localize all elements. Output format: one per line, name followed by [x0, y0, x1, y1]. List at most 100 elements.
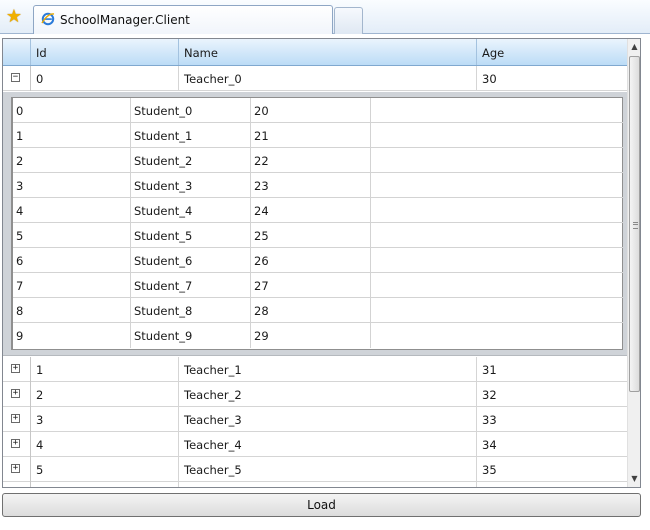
student-row[interactable]: 0 Student_0 20 — [13, 98, 623, 123]
tab-bar: ★ SchoolManager.Client — [0, 0, 650, 34]
student-row[interactable]: 7 Student_7 27 — [13, 273, 623, 298]
cell-filler — [371, 148, 623, 173]
student-row[interactable]: 5 Student_5 25 — [13, 223, 623, 248]
row-indicator — [3, 482, 31, 487]
cell-age — [477, 482, 627, 487]
cell-student-age: 24 — [251, 198, 371, 223]
cell-student-name: Student_7 — [131, 273, 251, 298]
student-row[interactable]: 2 Student_2 22 — [13, 148, 623, 173]
scroll-down-icon[interactable]: ▼ — [628, 471, 640, 487]
expand-icon[interactable]: + — [11, 389, 20, 398]
row-indicator: + — [3, 407, 31, 432]
cell-student-name: Student_6 — [131, 248, 251, 273]
cell-id: 1 — [31, 357, 179, 382]
tab-label: SchoolManager.Client — [60, 13, 190, 27]
row-indicator: − — [3, 66, 31, 91]
expand-icon[interactable]: + — [11, 439, 20, 448]
cell-id: 4 — [31, 432, 179, 457]
cell-filler — [371, 98, 623, 123]
table-row[interactable]: − 0 Teacher_0 30 — [3, 66, 627, 91]
row-indicator: + — [3, 457, 31, 482]
cell-id: 5 — [31, 457, 179, 482]
cell-name: Teacher_3 — [179, 407, 477, 432]
cell-student-age: 22 — [251, 148, 371, 173]
cell-student-age: 23 — [251, 173, 371, 198]
column-header-age[interactable]: Age — [477, 39, 627, 65]
cell-student-name: Student_3 — [131, 173, 251, 198]
cell-student-id: 8 — [13, 298, 131, 323]
row-indicator: + — [3, 432, 31, 457]
cell-student-age: 27 — [251, 273, 371, 298]
cell-student-id: 5 — [13, 223, 131, 248]
grid-header: Id Name Age — [3, 39, 627, 66]
cell-student-id: 2 — [13, 148, 131, 173]
students-grid: 0 Student_0 20 1 Student_1 21 2 Student_2 22 3 Stu… — [11, 97, 623, 350]
cell-name: Teacher_1 — [179, 357, 477, 382]
cell-filler — [371, 248, 623, 273]
cell-student-id: 6 — [13, 248, 131, 273]
table-row[interactable] — [3, 482, 627, 487]
table-row[interactable]: +3 Teacher_3 33 — [3, 407, 627, 432]
cell-student-id: 3 — [13, 173, 131, 198]
cell-student-id: 7 — [13, 273, 131, 298]
cell-filler — [371, 323, 623, 348]
cell-student-id: 1 — [13, 123, 131, 148]
cell-student-age: 20 — [251, 98, 371, 123]
star-icon[interactable]: ★ — [4, 8, 24, 28]
cell-age: 34 — [482, 438, 497, 452]
grip-icon — [633, 222, 638, 229]
cell-student-id: 4 — [13, 198, 131, 223]
student-row[interactable]: 3 Student_3 23 — [13, 173, 623, 198]
cell-student-age: 26 — [251, 248, 371, 273]
cell-age: 33 — [482, 413, 497, 427]
student-row[interactable]: 8 Student_8 28 — [13, 298, 623, 323]
cell-student-age: 29 — [251, 323, 371, 348]
cell-student-name: Student_5 — [131, 223, 251, 248]
cell-student-name: Student_4 — [131, 198, 251, 223]
cell-filler — [371, 123, 623, 148]
cell-student-age: 25 — [251, 223, 371, 248]
cell-id: 0 — [31, 66, 179, 91]
vertical-scrollbar[interactable]: ▲ ▼ — [627, 39, 640, 487]
row-details: 0 Student_0 20 1 Student_1 21 2 Student_2 22 3 Stu… — [3, 92, 627, 356]
student-row[interactable]: 9 Student_9 29 — [13, 323, 623, 348]
cell-name — [179, 482, 477, 487]
student-row[interactable]: 4 Student_4 24 — [13, 198, 623, 223]
tab-schoolmanager[interactable]: SchoolManager.Client — [33, 5, 333, 34]
expand-icon[interactable]: + — [11, 364, 20, 373]
cell-student-age: 28 — [251, 298, 371, 323]
row-indicator: + — [3, 382, 31, 407]
cell-name: Teacher_4 — [179, 432, 477, 457]
new-tab-button[interactable] — [334, 7, 363, 34]
scroll-thumb[interactable] — [629, 56, 640, 392]
table-row[interactable]: +1 Teacher_1 31 — [3, 357, 627, 382]
cell-name: Teacher_0 — [179, 66, 477, 91]
column-header-name[interactable]: Name — [179, 39, 477, 65]
student-row[interactable]: 1 Student_1 21 — [13, 123, 623, 148]
expand-icon[interactable]: + — [11, 414, 20, 423]
expand-icon[interactable]: + — [11, 464, 20, 473]
scroll-up-icon[interactable]: ▲ — [628, 39, 640, 55]
cell-filler — [371, 273, 623, 298]
table-row[interactable]: +5 Teacher_5 35 — [3, 457, 627, 482]
cell-student-name: Student_0 — [131, 98, 251, 123]
student-row[interactable]: 6 Student_6 26 — [13, 248, 623, 273]
cell-student-age: 21 — [251, 123, 371, 148]
cell-age: 32 — [482, 388, 497, 402]
cell-student-id: 9 — [13, 323, 131, 348]
cell-student-name: Student_2 — [131, 148, 251, 173]
cell-student-name: Student_9 — [131, 323, 251, 348]
cell-filler — [371, 298, 623, 323]
cell-id — [31, 482, 179, 487]
cell-name: Teacher_2 — [179, 382, 477, 407]
cell-age: 35 — [482, 463, 497, 477]
cell-age: 30 — [482, 72, 497, 86]
table-row[interactable]: +2 Teacher_2 32 — [3, 382, 627, 407]
load-button[interactable]: Load — [2, 493, 641, 517]
header-indent — [3, 39, 31, 65]
table-row[interactable]: +4 Teacher_4 34 — [3, 432, 627, 457]
cell-id: 2 — [31, 382, 179, 407]
cell-filler — [371, 198, 623, 223]
column-header-id[interactable]: Id — [31, 39, 179, 65]
collapse-icon[interactable]: − — [11, 73, 20, 82]
